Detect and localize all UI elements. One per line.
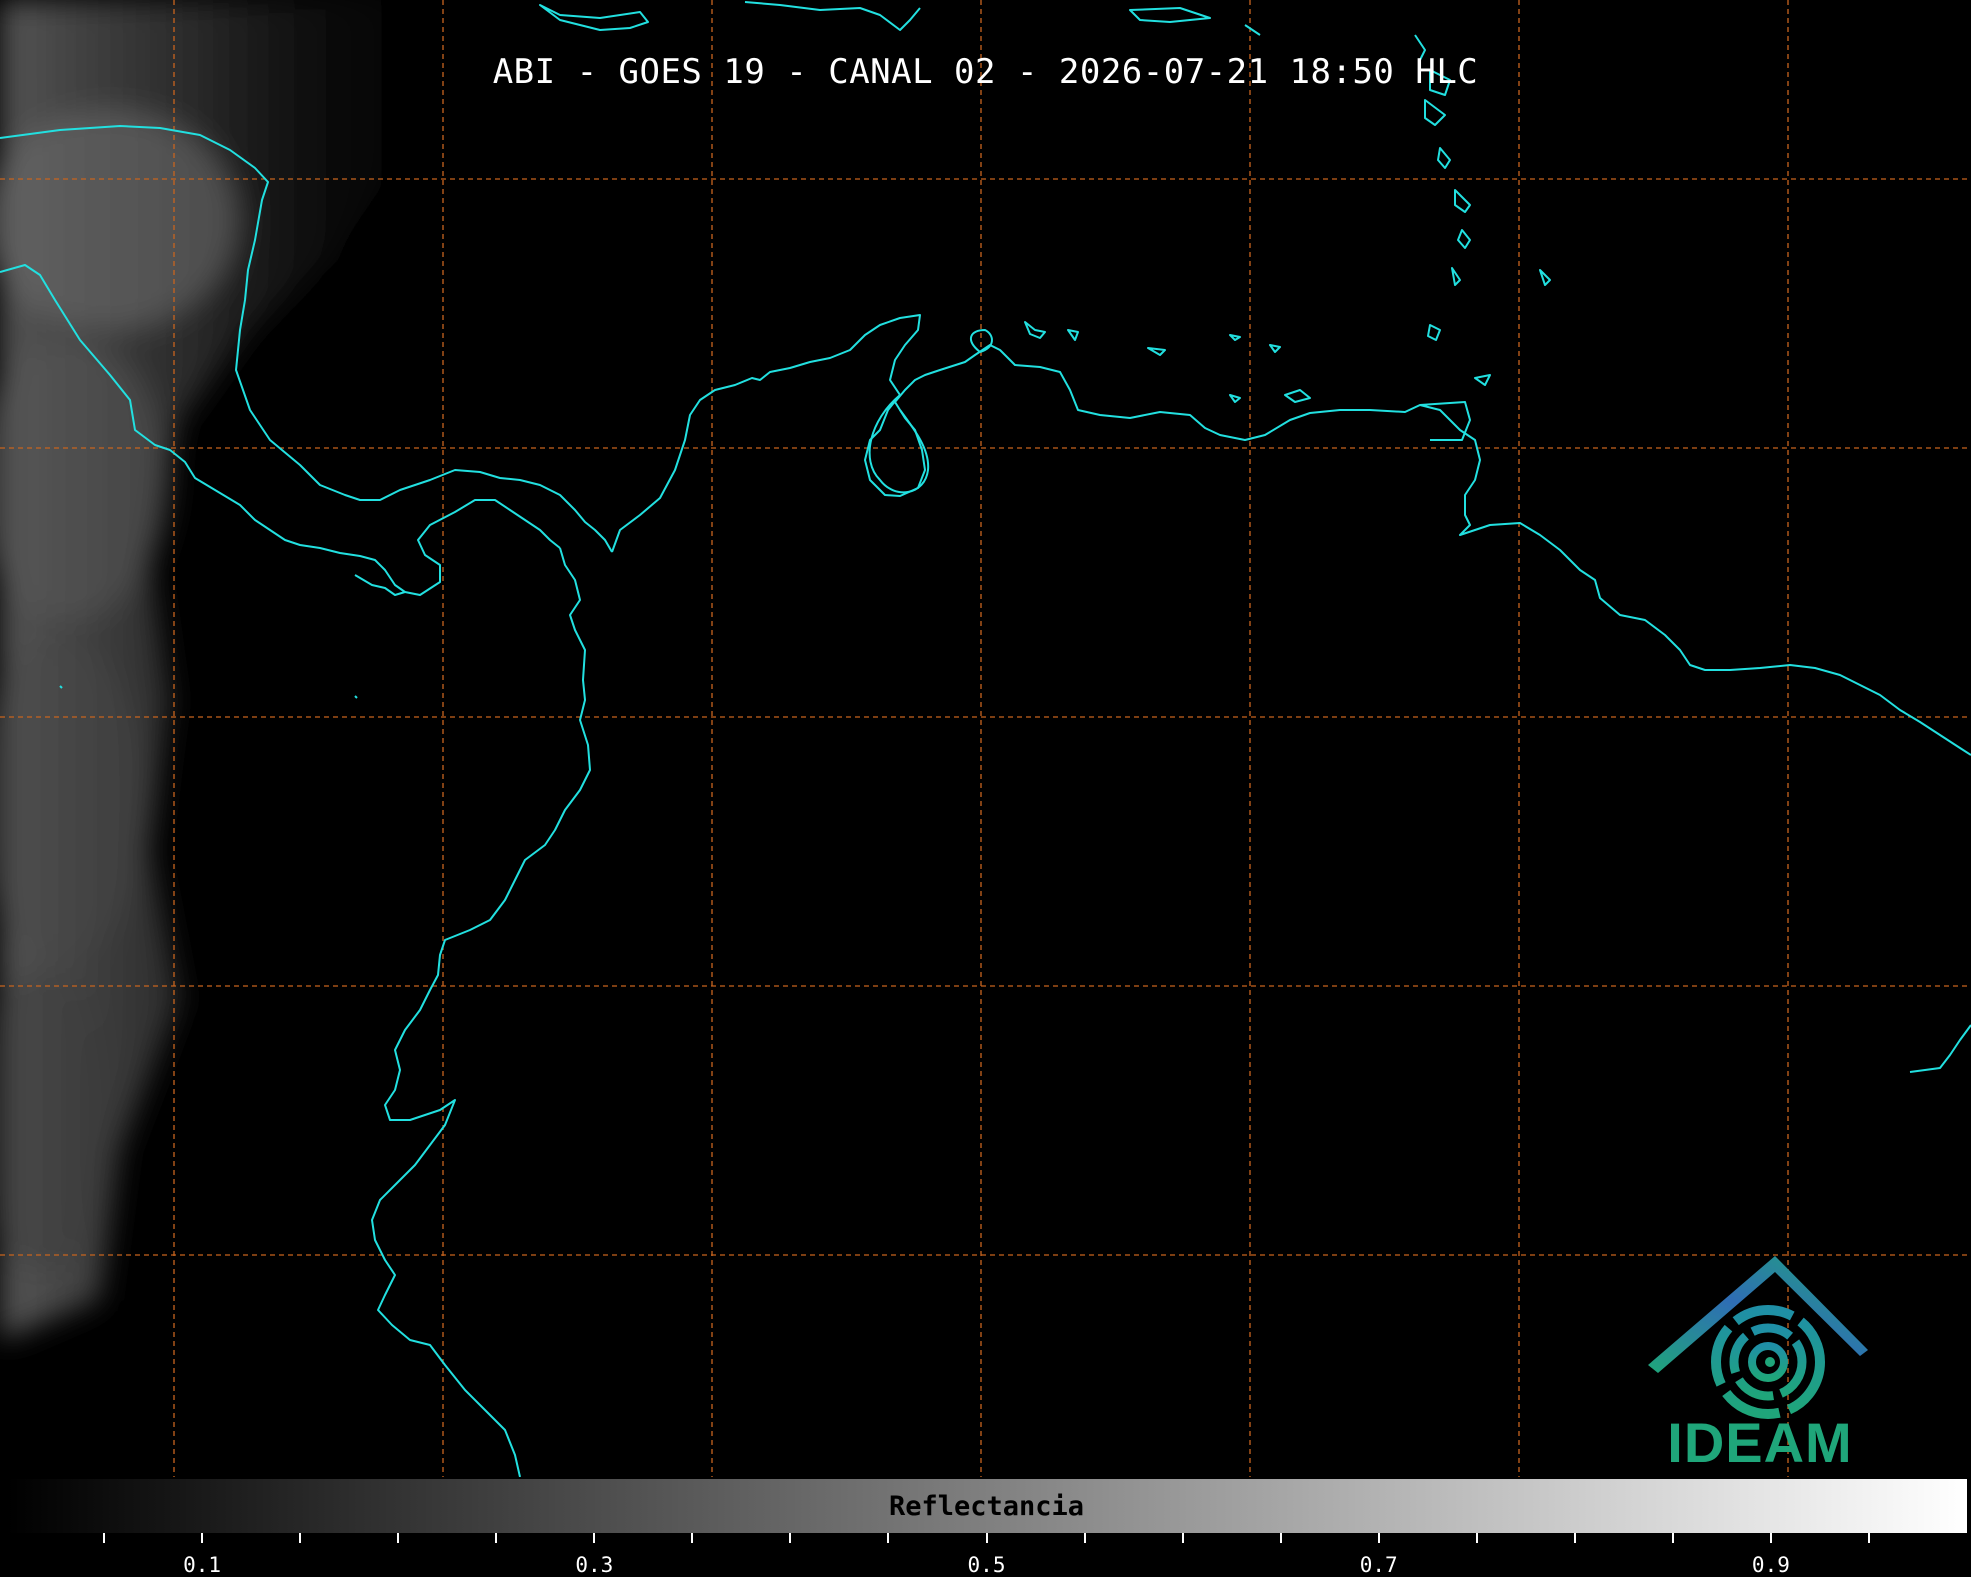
ideam-logo: IDEAM <box>1640 1250 1880 1475</box>
colorbar-tick-mark <box>1279 1533 1282 1543</box>
ideam-emblem-icon <box>1648 1256 1868 1419</box>
colorbar-tick-mark <box>1769 1533 1772 1543</box>
colorbar-tick-mark <box>593 1533 596 1543</box>
colorbar-tick-mark <box>1867 1533 1870 1543</box>
colorbar-tick-label: 0.5 <box>967 1553 1006 1577</box>
colorbar-tick-label: 0.7 <box>1359 1553 1398 1577</box>
cloud-field <box>0 0 440 1340</box>
map-title: ABI - GOES 19 - CANAL 02 - 2026-07-21 18… <box>492 52 1479 92</box>
colorbar-tick-mark <box>495 1533 498 1543</box>
colorbar-tick-mark <box>201 1533 204 1543</box>
colorbar-tick-mark <box>789 1533 792 1543</box>
colorbar-label: Reflectancia <box>888 1491 1085 1522</box>
colorbar-tick-mark <box>887 1533 890 1543</box>
colorbar-tick-mark <box>985 1533 988 1543</box>
colorbar: Reflectancia <box>6 1479 1967 1533</box>
colorbar-tick-mark <box>103 1533 106 1543</box>
colorbar-tick-mark <box>1573 1533 1576 1543</box>
colorbar-tick-mark <box>397 1533 400 1543</box>
colorbar-tick-label: 0.9 <box>1751 1553 1790 1577</box>
colorbar-ticks: 0.1 0.3 0.5 0.7 0.9 <box>0 1533 1971 1577</box>
colorbar-tick-mark <box>1083 1533 1086 1543</box>
logo-text: IDEAM <box>1667 1411 1853 1474</box>
colorbar-tick-mark <box>691 1533 694 1543</box>
colorbar-tick-mark <box>1377 1533 1380 1543</box>
colorbar-tick-mark <box>1475 1533 1478 1543</box>
colorbar-tick-label: 0.1 <box>183 1553 222 1577</box>
colorbar-tick-mark <box>299 1533 302 1543</box>
colorbar-tick-mark <box>1671 1533 1674 1543</box>
colorbar-tick-label: 0.3 <box>575 1553 614 1577</box>
colorbar-tick-mark <box>1181 1533 1184 1543</box>
